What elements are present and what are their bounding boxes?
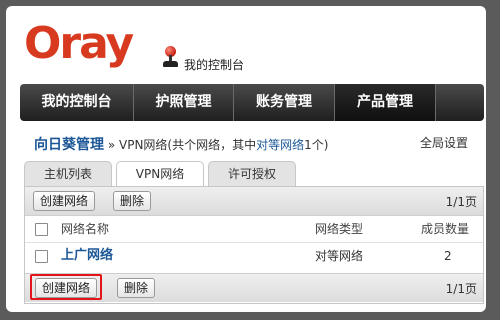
breadcrumb-text: VPN网络(共个网络，其中 (119, 138, 257, 152)
table-header: 网络名称 网络类型 成员数量 (25, 216, 483, 243)
network-table: 创建网络 删除 1/1页 网络名称 网络类型 成员数量 上广网络 对等网络 2 … (24, 186, 484, 304)
nav-passport[interactable]: 护照管理 (134, 84, 234, 121)
row-checkbox[interactable] (35, 250, 48, 263)
breadcrumb-separator: » (107, 138, 116, 152)
col-member-count: 成员数量 (421, 222, 470, 236)
create-network-button-top[interactable]: 创建网络 (33, 191, 96, 211)
tab-host-list[interactable]: 主机列表 (24, 161, 112, 186)
delete-button-bottom[interactable]: 删除 (117, 278, 156, 298)
table-row: 上广网络 对等网络 2 (25, 243, 483, 270)
main-panel: Oray 我的控制台 我的控制台 护照管理 账务管理 产品管理 向日葵管理 » … (6, 6, 486, 312)
create-network-button-bottom[interactable]: 创建网络 (35, 278, 98, 298)
col-network-name: 网络名称 (61, 222, 110, 236)
window-frame: Oray 我的控制台 我的控制台 护照管理 账务管理 产品管理 向日葵管理 » … (0, 0, 500, 320)
tab-bar: 主机列表 VPN网络 许可授权 (24, 161, 300, 187)
network-type: 对等网络 (315, 249, 364, 263)
console-caption: 我的控制台 (184, 58, 245, 72)
nav-my-console[interactable]: 我的控制台 (20, 84, 134, 121)
pager-bottom: 1/1页 (445, 282, 477, 296)
main-nav: 我的控制台 护照管理 账务管理 产品管理 (20, 84, 484, 121)
breadcrumb-count: 1个) (304, 138, 329, 152)
tab-license[interactable]: 许可授权 (208, 161, 296, 186)
network-name-link[interactable]: 上广网络 (61, 243, 113, 269)
bottom-toolbar: 创建网络 删除 1/1页 (25, 273, 483, 302)
pager-top: 1/1页 (445, 195, 477, 209)
col-network-type: 网络类型 (315, 222, 364, 236)
tab-vpn-network[interactable]: VPN网络 (116, 161, 204, 187)
breadcrumb: 向日葵管理 » VPN网络(共个网络，其中对等网络1个) (34, 134, 328, 154)
breadcrumb-peer-link[interactable]: 对等网络 (256, 138, 304, 152)
breadcrumb-home[interactable]: 向日葵管理 (34, 137, 104, 153)
global-settings-link[interactable]: 全局设置 (420, 134, 468, 151)
delete-button-top[interactable]: 删除 (113, 191, 152, 211)
select-all-checkbox[interactable] (35, 223, 48, 236)
nav-billing[interactable]: 账务管理 (234, 84, 335, 121)
nav-products[interactable]: 产品管理 (335, 84, 436, 121)
joystick-icon (162, 46, 180, 68)
top-toolbar: 创建网络 删除 1/1页 (25, 187, 483, 216)
member-count: 2 (444, 249, 452, 263)
oray-logo: Oray (24, 18, 134, 69)
